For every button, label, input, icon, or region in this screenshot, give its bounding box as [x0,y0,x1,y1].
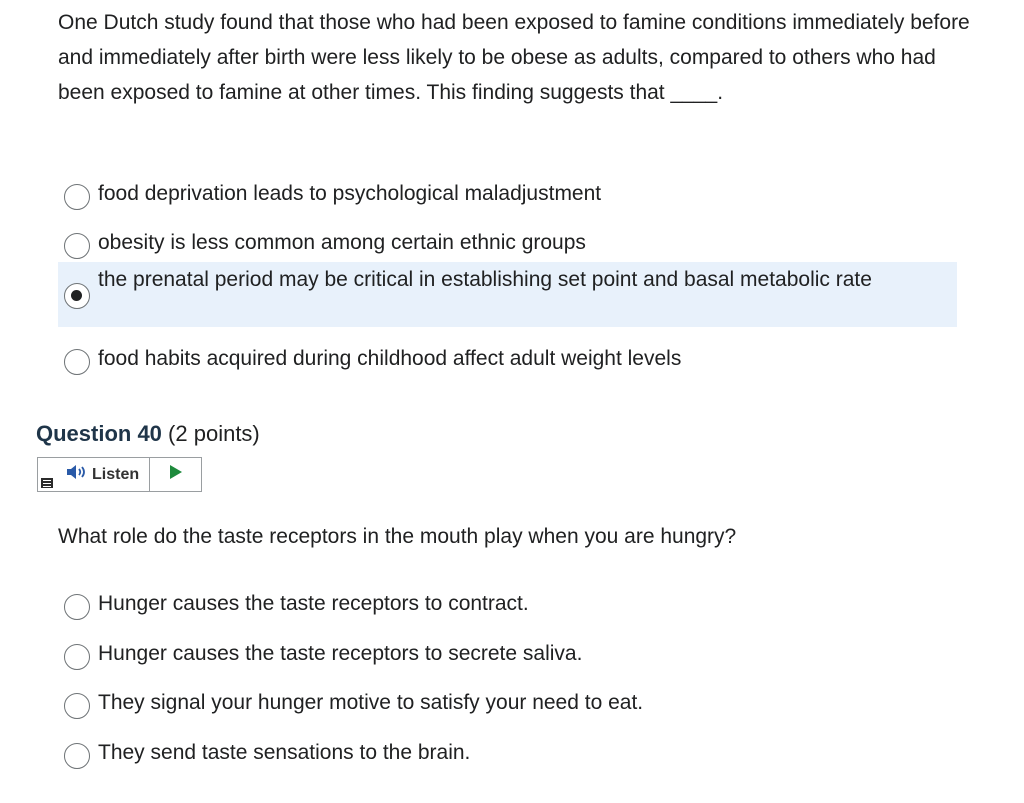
q39-option-1-label: food deprivation leads to psychological … [98,182,602,205]
play-icon [169,464,183,485]
q40-option-4-label: They send taste sensations to the brain. [98,741,471,764]
play-button[interactable] [150,458,201,491]
question-number: Question 40 [36,421,162,446]
q40-option-3[interactable]: They signal your hunger motive to satisf… [58,688,957,722]
listen-label: Listen [92,465,140,483]
q39-option-1-radio[interactable] [64,184,90,210]
question-points: (2 points) [168,421,260,446]
q39-option-2-label: obesity is less common among certain eth… [98,231,586,254]
q39-option-4-label: food habits acquired during childhood af… [98,347,682,370]
question-40-text: What role do the taste receptors in the … [58,525,737,548]
q39-option-3-label: the prenatal period may be critical in e… [98,268,872,291]
listen-button[interactable]: Listen [38,458,151,491]
q40-option-2-radio[interactable] [64,644,90,670]
q39-option-3[interactable]: the prenatal period may be critical in e… [58,262,957,327]
q39-option-1[interactable]: food deprivation leads to psychological … [58,179,957,213]
q40-option-4[interactable]: They send taste sensations to the brain. [58,738,957,772]
q40-option-1-label: Hunger causes the taste receptors to con… [98,592,529,615]
q40-option-1[interactable]: Hunger causes the taste receptors to con… [58,589,957,623]
q40-option-3-radio[interactable] [64,693,90,719]
speaker-icon [66,464,88,485]
listen-widget: Listen [37,457,202,492]
q39-option-2-radio[interactable] [64,233,90,259]
question-39-text: One Dutch study found that those who had… [58,11,970,104]
q40-option-4-radio[interactable] [64,743,90,769]
q39-option-3-radio[interactable] [64,283,90,309]
menu-icon[interactable] [40,477,54,489]
q40-option-2[interactable]: Hunger causes the taste receptors to sec… [58,639,957,673]
q39-option-2[interactable]: obesity is less common among certain eth… [58,228,957,262]
q39-option-4-radio[interactable] [64,349,90,375]
question-40-heading: Question 40 (2 points) [36,418,260,450]
q40-option-1-radio[interactable] [64,594,90,620]
q40-option-2-label: Hunger causes the taste receptors to sec… [98,642,583,665]
q39-option-4[interactable]: food habits acquired during childhood af… [58,344,957,378]
q40-option-3-label: They signal your hunger motive to satisf… [98,691,644,714]
